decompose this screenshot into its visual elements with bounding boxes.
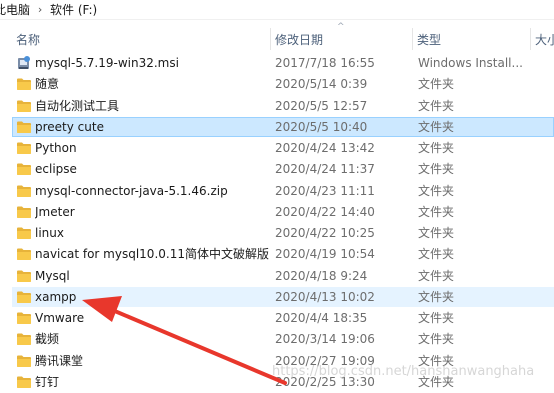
file-type: 文件夹 (418, 311, 455, 325)
folder-icon (15, 245, 33, 263)
file-row[interactable]: preety cute 2020/5/5 10:40 文件夹 (12, 116, 554, 137)
file-row[interactable]: Vmware 2020/4/4 18:35 文件夹 (12, 308, 554, 328)
file-name: 钉钉 (35, 374, 60, 389)
file-name: mysql-5.7.19-win32.msi (35, 56, 179, 70)
file-type: 文件夹 (418, 204, 455, 219)
file-type: 文件夹 (418, 162, 455, 177)
file-row[interactable]: mysql-5.7.19-win32.msi 2017/7/18 16:55 Win… (12, 53, 554, 73)
file-name: Mysql (35, 268, 70, 283)
breadcrumb: 此电脑 › 软件 (F:) (0, 0, 554, 20)
file-row[interactable]: 腾讯课堂 2020/2/27 19:09 文件夹 (12, 351, 554, 371)
file-row[interactable]: 截频 2020/3/14 19:06 文件夹 (12, 329, 554, 349)
file-date: 2020/4/18 9:24 (275, 268, 368, 283)
file-date: 2020/4/22 14:40 (275, 204, 375, 219)
file-row[interactable]: linux 2020/4/22 10:25 文件夹 (12, 223, 554, 243)
column-header-name[interactable]: 名称 (12, 28, 270, 50)
file-type: 文件夹 (418, 289, 455, 304)
file-type: Windows Install... (418, 56, 523, 70)
file-type: 文件夹 (418, 141, 455, 155)
file-row[interactable]: 随意 2020/5/14 0:39 文件夹 (12, 74, 554, 94)
folder-icon (15, 182, 33, 200)
breadcrumb-this-pc[interactable]: 此电脑 (0, 0, 32, 20)
breadcrumb-chevron-icon[interactable]: › (32, 0, 48, 20)
column-header-name-label: 名称 (16, 32, 41, 47)
file-date: 2020/5/14 0:39 (275, 77, 368, 92)
file-date: 2020/5/5 12:57 (275, 98, 368, 113)
file-explorer-window: 此电脑 › 软件 (F:) ^ 名称 修改日期 类型 大小 mysql-5.7.… (0, 0, 554, 393)
column-header-type-label: 类型 (417, 32, 442, 47)
file-date: 2020/4/22 10:25 (275, 226, 375, 240)
file-type: 文件夹 (418, 247, 455, 262)
file-date: 2020/2/27 19:09 (275, 353, 375, 368)
file-name: xampp (35, 289, 77, 304)
file-row[interactable]: 自动化测试工具 2020/5/5 12:57 文件夹 (12, 96, 554, 116)
file-name: linux (35, 226, 64, 240)
file-date: 2020/2/25 13:30 (275, 374, 375, 389)
folder-icon (15, 352, 33, 370)
file-row[interactable]: 钉钉 2020/2/25 13:30 文件夹 (12, 372, 554, 392)
folder-icon (15, 203, 33, 221)
file-row[interactable]: eclipse 2020/4/24 11:37 文件夹 (12, 159, 554, 179)
column-header-size-label: 大小 (535, 32, 554, 47)
file-date: 2020/4/24 13:42 (275, 141, 375, 155)
folder-icon (15, 139, 33, 157)
file-name: 随意 (35, 77, 60, 92)
file-name: 腾讯课堂 (35, 353, 84, 368)
column-header-date-label: 修改日期 (275, 32, 324, 47)
file-name: preety cute (35, 119, 104, 134)
folder-icon (15, 309, 33, 327)
file-type: 文件夹 (418, 374, 455, 389)
file-date: 2020/4/4 18:35 (275, 311, 368, 325)
msi-installer-icon (15, 54, 33, 72)
folder-icon (15, 160, 33, 178)
file-name: 自动化测试工具 (35, 98, 120, 113)
file-name: 截频 (35, 332, 60, 347)
folder-icon (15, 330, 33, 348)
file-type: 文件夹 (418, 77, 455, 92)
file-type: 文件夹 (418, 119, 455, 134)
file-date: 2017/7/18 16:55 (275, 56, 375, 70)
file-date: 2020/4/23 11:11 (275, 183, 375, 198)
file-name: navicat for mysql10.0.11简体中文破解版 (35, 247, 269, 262)
column-header-row: 名称 修改日期 类型 大小 (0, 28, 554, 50)
file-date: 2020/4/24 11:37 (275, 162, 375, 177)
file-type: 文件夹 (418, 98, 455, 113)
folder-icon (15, 97, 33, 115)
file-type: 文件夹 (418, 332, 455, 347)
file-date: 2020/5/5 10:40 (275, 119, 368, 134)
file-name: mysql-connector-java-5.1.46.zip (35, 183, 228, 198)
file-date: 2020/3/14 19:06 (275, 332, 375, 347)
folder-icon (15, 288, 33, 306)
folder-icon (15, 267, 33, 285)
file-name: eclipse (35, 162, 77, 177)
file-row[interactable]: mysql-connector-java-5.1.46.zip 2020/4/23… (12, 181, 554, 201)
file-row[interactable]: Jmeter 2020/4/22 14:40 文件夹 (12, 202, 554, 222)
folder-icon (15, 118, 33, 136)
folder-icon (15, 75, 33, 93)
file-name: Python (35, 141, 77, 155)
file-type: 文件夹 (418, 353, 455, 368)
file-type: 文件夹 (418, 183, 455, 198)
file-date: 2020/4/13 10:02 (275, 289, 375, 304)
file-type: 文件夹 (418, 226, 455, 240)
breadcrumb-drive-f[interactable]: 软件 (F:) (48, 0, 99, 20)
file-row[interactable]: Python 2020/4/24 13:42 文件夹 (12, 138, 554, 158)
file-row[interactable]: navicat for mysql10.0.11简体中文破解版 2020/4/19… (12, 244, 554, 264)
file-name: Vmware (35, 311, 85, 325)
file-type: 文件夹 (418, 268, 455, 283)
column-header-date[interactable]: 修改日期 (270, 28, 412, 50)
column-header-size[interactable]: 大小 (530, 28, 554, 50)
folder-icon (15, 373, 33, 391)
file-date: 2020/4/19 10:54 (275, 247, 375, 262)
file-row[interactable]: xampp 2020/4/13 10:02 文件夹 (12, 286, 554, 307)
file-row[interactable]: Mysql 2020/4/18 9:24 文件夹 (12, 266, 554, 286)
column-header-type[interactable]: 类型 (412, 28, 530, 50)
file-name: Jmeter (35, 204, 75, 219)
folder-icon (15, 224, 33, 242)
